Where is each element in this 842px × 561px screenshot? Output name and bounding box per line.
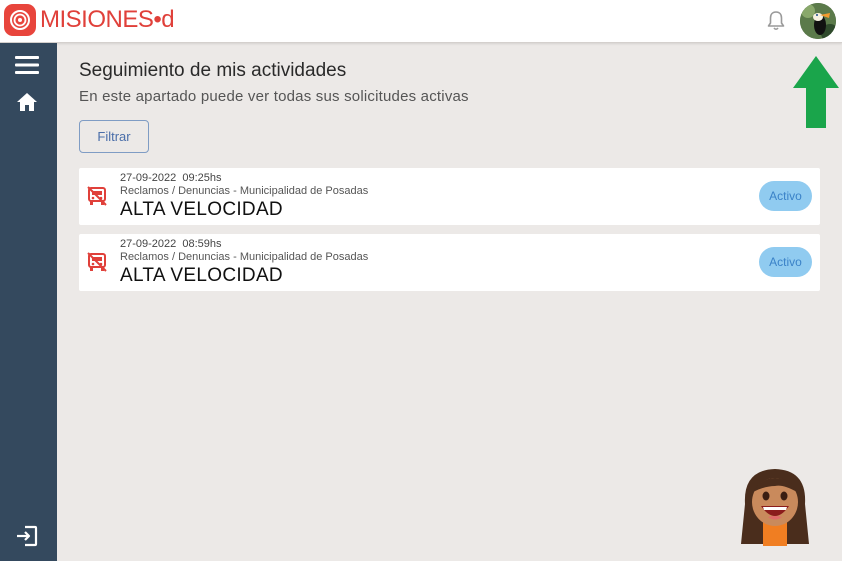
activity-card[interactable]: 27-09-2022 08:59hs Reclamos / Denuncias … (79, 234, 820, 291)
assistant-mascot[interactable] (737, 466, 813, 546)
activity-card[interactable]: 27-09-2022 09:25hs Reclamos / Denuncias … (79, 168, 820, 225)
logo-mark-icon (4, 4, 36, 36)
activity-datetime: 27-09-2022 08:59hs (120, 238, 222, 250)
logout-icon[interactable] (14, 524, 40, 548)
activity-datetime: 27-09-2022 09:25hs (120, 172, 222, 184)
main-content: Seguimiento de mis actividades En este a… (57, 43, 842, 561)
filter-button[interactable]: Filtrar (79, 120, 149, 153)
activity-title: ALTA VELOCIDAD (120, 265, 283, 286)
sidebar (0, 43, 57, 561)
vehicle-icon (86, 251, 108, 273)
vehicle-icon (86, 185, 108, 207)
status-badge[interactable]: Activo (759, 247, 812, 277)
home-icon[interactable] (14, 90, 40, 114)
page-title: Seguimiento de mis actividades (79, 60, 347, 81)
user-avatar[interactable] (800, 3, 836, 39)
activity-category: Reclamos / Denuncias - Municipalidad de … (120, 251, 369, 263)
misiones-logo[interactable]: MISIONES•d (4, 4, 175, 36)
page-subtitle: En este apartado puede ver todas sus sol… (79, 88, 469, 105)
up-arrow-icon (791, 54, 841, 130)
top-bar: MISIONES•d (0, 0, 842, 43)
notification-bell-icon[interactable] (766, 10, 786, 32)
activity-category: Reclamos / Denuncias - Municipalidad de … (120, 185, 369, 197)
activity-title: ALTA VELOCIDAD (120, 199, 283, 220)
menu-icon[interactable] (14, 53, 40, 77)
logo-text: MISIONES•d (40, 6, 175, 33)
status-badge[interactable]: Activo (759, 181, 812, 211)
